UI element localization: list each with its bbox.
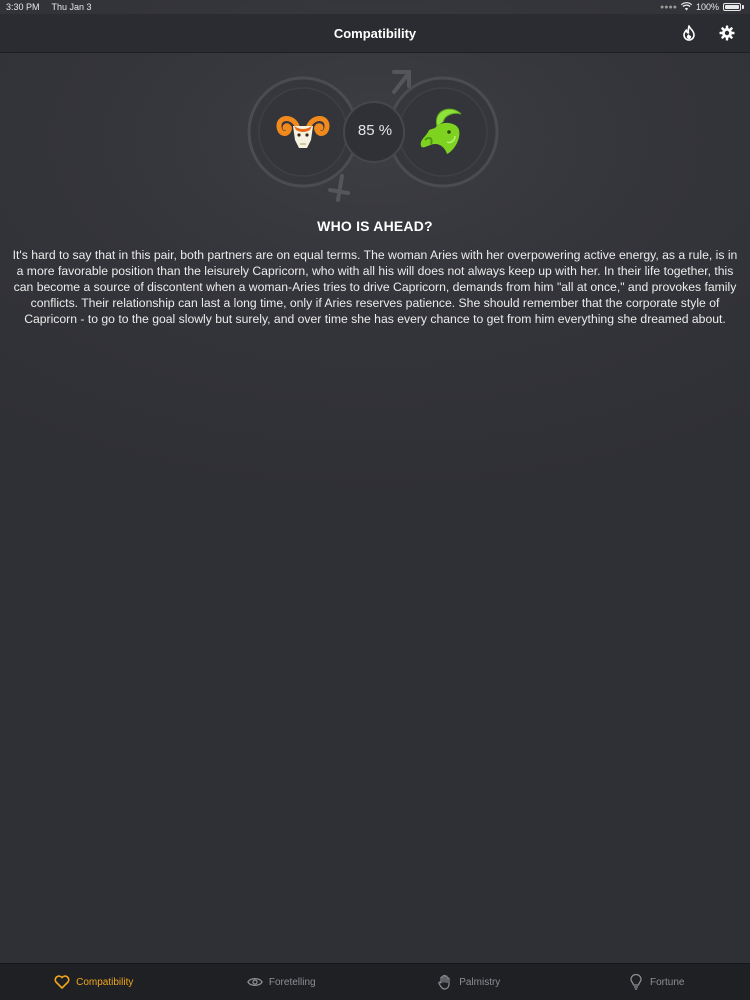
compatibility-screen: 3:30 PM Thu Jan 3 ●●●● 100% Compatibilit…: [0, 0, 750, 1000]
section-body: It's hard to say that in this pair, both…: [12, 248, 738, 326]
status-time: 3:30 PM: [6, 2, 40, 12]
compatibility-pair: 85 %: [246, 66, 504, 202]
palm-icon: [437, 974, 453, 990]
tab-label: Fortune: [650, 976, 685, 988]
section-heading: WHO IS AHEAD?: [317, 218, 433, 234]
fire-icon[interactable]: [680, 24, 698, 42]
eye-icon: [247, 974, 263, 990]
tab-label: Compatibility: [76, 976, 134, 988]
tab-label: Foretelling: [268, 976, 316, 988]
navigation-bar: Compatibility: [0, 14, 750, 53]
compatibility-percent: 85 %: [357, 122, 393, 139]
heart-icon: [54, 974, 70, 990]
male-symbol-icon: [392, 70, 411, 94]
status-indicators: ●●●● 100%: [660, 1, 744, 13]
lightbulb-icon: [628, 974, 644, 990]
status-bar: 3:30 PM Thu Jan 3 ●●●● 100%: [0, 0, 750, 14]
tab-fortune[interactable]: Fortune: [563, 974, 750, 990]
tab-label: Palmistry: [459, 976, 501, 988]
tab-compatibility[interactable]: Compatibility: [0, 974, 188, 990]
signal-icon: ●●●●: [660, 3, 677, 11]
battery-icon: [723, 3, 741, 11]
battery-percent: 100%: [695, 2, 719, 12]
female-symbol-icon: [328, 174, 350, 202]
status-date: Thu Jan 3: [51, 2, 92, 12]
tab-bar: Compatibility Foretelling Palmistry Fort…: [0, 963, 750, 1000]
page-title: Compatibility: [333, 25, 417, 41]
tab-palmistry[interactable]: Palmistry: [375, 974, 563, 990]
gear-icon[interactable]: [718, 24, 736, 42]
nav-actions: [680, 14, 736, 52]
wifi-icon: [680, 1, 693, 13]
tab-foretelling[interactable]: Foretelling: [188, 974, 376, 990]
